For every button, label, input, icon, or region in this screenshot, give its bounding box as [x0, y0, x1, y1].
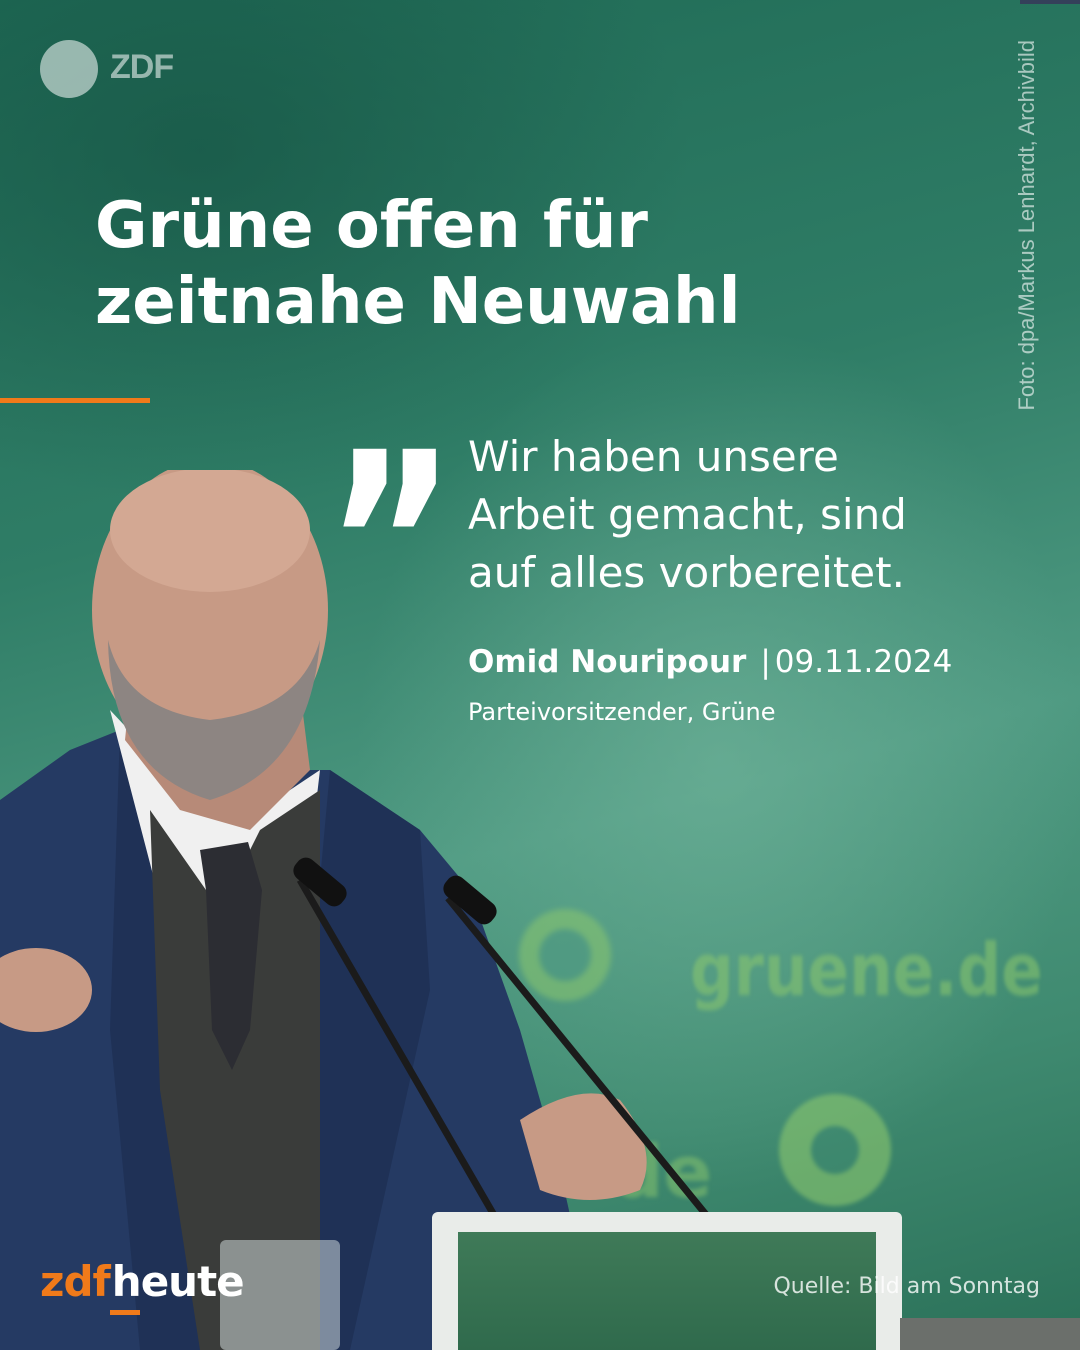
quote-mark-icon: ”	[325, 399, 457, 690]
photo-credit: Foto: dpa/Markus Lenhardt, Archivbild	[1014, 40, 1039, 411]
speaker-role: Parteivorsitzender, Grüne	[468, 698, 776, 726]
signage-text: gruene.de	[690, 928, 1043, 1012]
accent-divider	[0, 398, 150, 403]
brand-heute: heute	[111, 1257, 245, 1306]
source-note: Quelle: Bild am Sonntag	[773, 1274, 1040, 1299]
social-card: gruene.de de ZDF Foto: dpa/Markus Lenhar…	[0, 0, 1080, 1350]
headline: Grüne offen für zeitnahe Neuwahl	[95, 188, 855, 340]
quote-line-3: auf alles vorbereitet.	[468, 548, 905, 597]
speaker-line: Omid Nouripour | 09.11.2024	[468, 644, 952, 680]
zdf-logo-letters: ZDF	[110, 48, 174, 86]
podium-side	[900, 1318, 1080, 1350]
headline-line-2: zeitnahe Neuwahl	[95, 265, 741, 339]
zdf-logo: ZDF	[40, 40, 174, 100]
quote-line-2: Arbeit gemacht, sind	[468, 490, 907, 539]
speaker-name: Omid Nouripour	[468, 644, 747, 680]
brand-zdf: zdf	[40, 1257, 111, 1306]
sunflower-logo-icon-lower	[779, 1094, 891, 1206]
speaker-separator: |	[760, 644, 771, 680]
headline-line-1: Grüne offen für	[95, 189, 648, 263]
zdfheute-brand-logo: zdfheute	[40, 1257, 245, 1306]
quote-line-1: Wir haben unsere	[468, 432, 839, 481]
quote-text: Wir haben unsere Arbeit gemacht, sind au…	[468, 428, 1008, 602]
top-edge-bar	[1020, 0, 1080, 4]
quote-date: 09.11.2024	[774, 644, 953, 680]
zdf-logo-circle-icon	[40, 40, 98, 98]
